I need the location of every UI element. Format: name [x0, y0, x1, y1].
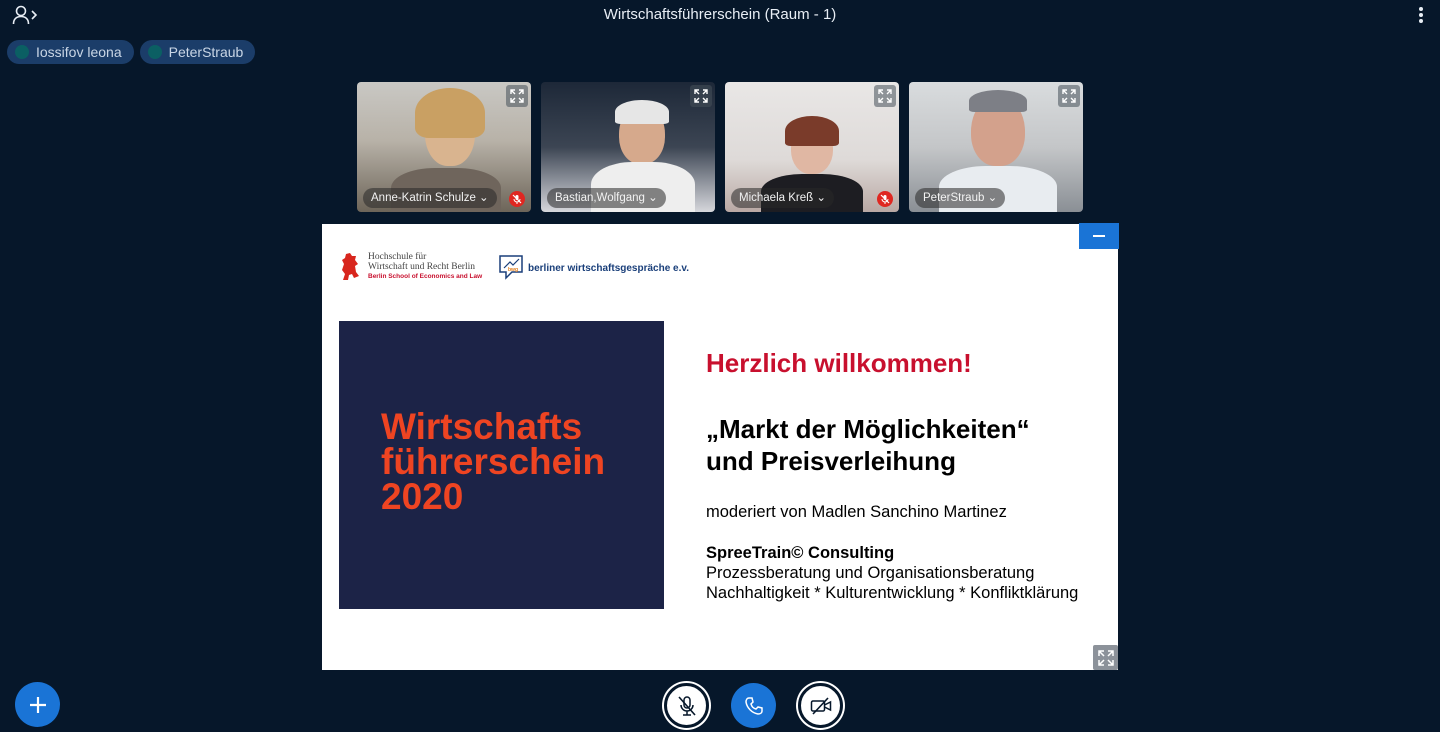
webcam-strip: Anne-Katrin Schulze ⌄ Bastian,Wolfgang ⌄… [357, 82, 1083, 212]
minus-icon [1093, 235, 1105, 237]
participant-name: Michaela Kreß [739, 192, 814, 204]
event-title-line2: führerschein [381, 441, 606, 482]
chevron-down-icon: ⌄ [987, 192, 998, 204]
participant-name-button[interactable]: PeterStraub ⌄ [915, 188, 1006, 208]
hwr-line3: Berlin School of Economics and Law [368, 273, 483, 280]
welcome-heading: Herzlich willkommen! [706, 348, 972, 378]
company-services: Prozessberatung und Organisationsberatun… [706, 564, 1035, 582]
participant-name: Anne-Katrin Schulze [371, 192, 476, 204]
chevron-down-icon: ⌄ [648, 192, 658, 204]
bwg-mark: bwg [508, 267, 518, 273]
hwr-logo-text: Hochschule für Wirtschaft und Recht Berl… [368, 252, 482, 282]
top-bar: Wirtschaftsführerschein (Raum - 1) [0, 0, 1440, 30]
bwg-logo-text: berliner wirtschaftsgespräche e.v. [528, 262, 689, 274]
berlin-bear-icon [342, 253, 359, 280]
hwr-line2: Wirtschaft und Recht Berlin [368, 262, 475, 272]
event-title-box: Wirtschafts führerschein 2020 [339, 321, 664, 609]
event-title-line1: Wirtschafts [381, 406, 583, 447]
talker-name: PeterStraub [168, 44, 244, 60]
phone-audio-button[interactable] [731, 683, 776, 728]
participant-name: Bastian,Wolfgang [555, 192, 645, 204]
event-title: Wirtschafts führerschein 2020 [381, 406, 606, 517]
kebab-dot [1419, 7, 1423, 11]
unmute-button[interactable] [664, 683, 709, 728]
headline-line2: und Preisverleihung [706, 446, 956, 476]
bwg-logo-icon: bwg [499, 255, 523, 280]
actions-button[interactable] [15, 682, 60, 727]
chevron-down-icon: ⌄ [479, 192, 489, 204]
participant-hair [785, 116, 839, 146]
event-title-line3: 2020 [381, 476, 464, 517]
chevron-down-icon: ⌄ [816, 192, 826, 204]
presentation-slide: Hochschule für Wirtschaft und Recht Berl… [322, 224, 1118, 670]
talker-name: Iossifov leona [36, 44, 122, 60]
expand-icon[interactable] [874, 85, 896, 107]
company-name: SpreeTrain© Consulting [706, 544, 895, 562]
talker-status-icon [15, 45, 29, 59]
video-off-icon [810, 696, 831, 715]
muted-mic-icon [877, 191, 893, 207]
participant-name-button[interactable]: Michaela Kreß ⌄ [731, 188, 834, 208]
participant-name: PeterStraub [923, 192, 985, 204]
bwg-logo: bwg berliner wirtschaftsgespräche e.v. [498, 254, 689, 282]
hwr-logo: Hochschule für Wirtschaft und Recht Berl… [340, 252, 482, 282]
plus-icon [29, 696, 46, 713]
company-topics: Nachhaltigkeit * Kulturentwicklung * Kon… [706, 584, 1079, 602]
participant-name-button[interactable]: Anne-Katrin Schulze ⌄ [363, 188, 497, 208]
headline-line1: „Markt der Möglichkeiten“ [706, 414, 1030, 444]
video-tile[interactable]: Anne-Katrin Schulze ⌄ [357, 82, 531, 212]
talking-indicator[interactable]: PeterStraub [139, 40, 256, 64]
moderator-text: moderiert von Madlen Sanchino Martinez [706, 503, 1007, 521]
participant-hair [969, 90, 1027, 112]
participant-name-button[interactable]: Bastian,Wolfgang ⌄ [547, 188, 666, 208]
slide-text: Herzlich willkommen! „Markt der Möglichk… [706, 348, 1078, 603]
video-tile[interactable]: Michaela Kreß ⌄ [725, 82, 899, 212]
talking-indicators: Iossifov leona PeterStraub [7, 40, 256, 64]
expand-icon[interactable] [1058, 85, 1080, 107]
talking-indicator[interactable]: Iossifov leona [7, 40, 134, 64]
kebab-dot [1419, 19, 1423, 23]
expand-icon[interactable] [506, 85, 528, 107]
phone-icon [744, 696, 763, 715]
meeting-title: Wirtschaftsführerschein (Raum - 1) [603, 6, 837, 23]
minimize-presentation-button[interactable] [1079, 223, 1119, 249]
fullscreen-icon[interactable] [1093, 645, 1118, 670]
share-webcam-button[interactable] [798, 683, 843, 728]
hwr-line1: Hochschule für [368, 252, 427, 262]
talker-status-icon [147, 45, 162, 59]
slide-headline: „Markt der Möglichkeiten“ und Preisverle… [706, 413, 1078, 477]
video-tile[interactable]: Bastian,Wolfgang ⌄ [541, 82, 715, 212]
muted-mic-icon [509, 191, 525, 207]
video-tile[interactable]: PeterStraub ⌄ [909, 82, 1083, 212]
muted-mic-icon [677, 695, 696, 716]
media-controls [664, 683, 843, 728]
expand-icon[interactable] [690, 85, 712, 107]
participant-hair [415, 88, 485, 138]
kebab-dot [1419, 13, 1423, 17]
participant-headset [615, 100, 669, 124]
options-menu-button[interactable] [1416, 6, 1426, 24]
